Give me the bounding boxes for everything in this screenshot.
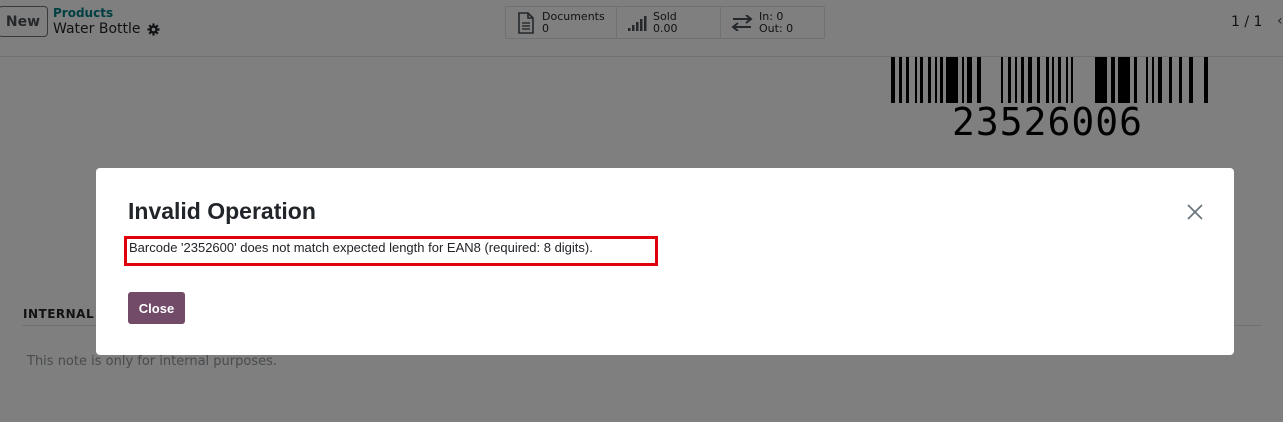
- invalid-operation-dialog: Invalid Operation Barcode '2352600' does…: [96, 168, 1234, 355]
- error-message: Barcode '2352600' does not match expecte…: [129, 240, 593, 255]
- close-icon[interactable]: [1185, 202, 1205, 222]
- close-button[interactable]: Close: [128, 292, 185, 324]
- dialog-title: Invalid Operation: [128, 198, 316, 224]
